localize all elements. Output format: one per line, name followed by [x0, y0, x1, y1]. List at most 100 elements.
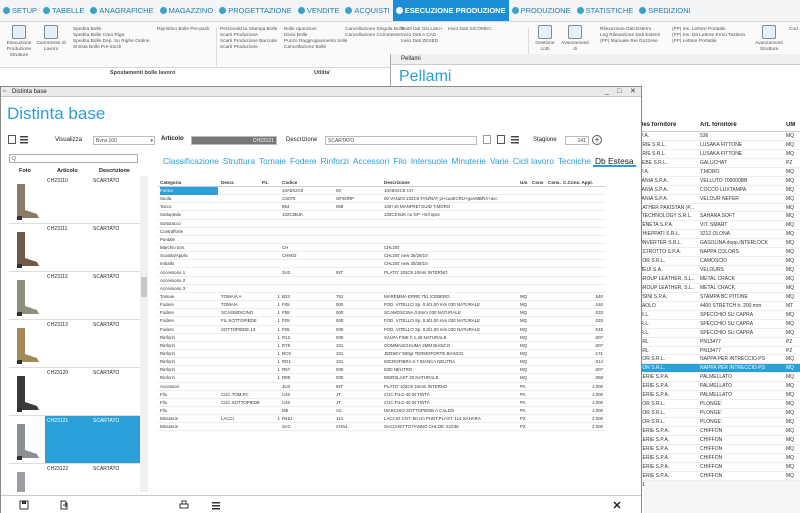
pellami-row[interactable]: TANIA S.P.A. VELLUTO 700000BB MQ	[639, 177, 800, 186]
menu-anagrafiche[interactable]: ANAGRAFICHE	[87, 0, 156, 21]
ribbon-col9[interactable]: (FP) Ins. Lettore Portatile (FP) Ins. Da …	[672, 27, 745, 45]
pellami-row[interactable]: CERIE S.P.A. PALMELLATO MQ	[639, 382, 800, 392]
pellami-row[interactable]: SRL PN13477 PZ	[639, 347, 800, 356]
pellami-row[interactable]: ERIE S.R.L. LUSAKA FITTONE MQ	[639, 141, 800, 150]
table-row[interactable]: Rinforzi 1 R12 000 SALPA FINE h 1,40 NATURAL…	[158, 334, 605, 342]
ribbon-col8[interactable]: Rilevazione Dati Esterni Log Rilevazione …	[600, 27, 660, 45]
table-row[interactable]: Filo CUC.TOM.PC C40 JT CUC.FILO 40 IN TINTA P…	[158, 391, 605, 399]
copy-icon[interactable]	[483, 135, 491, 144]
table-row[interactable]: Accessorio 3	[158, 285, 605, 293]
stagione-input[interactable]: 141	[565, 136, 589, 145]
ribbon-cod-label[interactable]: Cod	[789, 27, 798, 33]
list-view-icon[interactable]	[511, 135, 519, 144]
list-item[interactable]: CH23122 SCARTATO	[9, 464, 140, 492]
table-row[interactable]: Rinforzi 1 R57 000 M30 NEUTRO MQ .007	[158, 366, 605, 375]
table-row[interactable]: Fodere SCASMIDICINO 1 F58 000 SCAMOSCINA 0.6m…	[158, 309, 605, 318]
tab-cicli-lavoro[interactable]: Cicli lavoro	[511, 155, 556, 167]
ribbon-item[interactable]: (FP) Manuale Rei Gozzese	[600, 39, 660, 45]
scrollbar-thumb[interactable]	[141, 277, 147, 297]
pellami-row[interactable]: ASTROTTO S.P.A. NAPPA COLORS MQ	[639, 248, 800, 258]
add-icon[interactable]: +	[592, 135, 602, 145]
tab-filo[interactable]: Filo	[391, 155, 409, 167]
pellami-row[interactable]: .P.A. T.MORO MQ	[639, 168, 800, 177]
pellami-row[interactable]: EATHER PAKISTAN (P... MQ	[639, 204, 800, 213]
list-item[interactable]: CH23113 SCARTATO	[9, 320, 140, 368]
tab-struttura[interactable]: Struttura	[221, 155, 257, 167]
pellami-title-bar[interactable]: Pellami	[391, 54, 800, 65]
ribbon-col2[interactable]: Ripristino Bolle Pre-pack	[157, 27, 210, 33]
menu-acquisti[interactable]: ACQUISTI	[342, 0, 392, 21]
pellami-row[interactable]: CERIE S.P.A. CHIFFON MQ	[639, 463, 800, 472]
table-row[interactable]: Accessorio 2	[158, 277, 605, 285]
table-row[interactable]: Forma 10A5X2C9 00 10A5X2C9 CH	[158, 187, 605, 196]
ribbon-item[interactable]: Smista Bolle Pre-stock	[73, 45, 150, 51]
list-item[interactable]: CH23111 SCARTATO	[9, 224, 140, 272]
save-icon[interactable]	[8, 135, 16, 144]
table-row[interactable]: Fodere TOMAIA 1 F05 000 FOD. VITELLO Sp. 0.8/…	[158, 301, 605, 310]
pellami-row[interactable]: FEBE S.R.L. GALUCHAT PZ	[639, 159, 800, 168]
tab-tomaie[interactable]: Tomaie	[257, 155, 288, 167]
pellami-row[interactable]: CERIE S.P.A. PALMELLATO MQ	[639, 391, 800, 401]
ribbon-col5[interactable]: Cancellazione Singola Bolla Cancellazione…	[345, 27, 404, 39]
ribbon-item[interactable]: Invio Dati ZESED	[401, 39, 443, 45]
pellami-row[interactable]: CHIEPPATI S.R.L. 3212 OLONA MQ	[639, 230, 800, 240]
table-row[interactable]: Minuterie SAC CHN1 SACCHETTO PANNO CHLOE' 2…	[158, 423, 605, 432]
menu-progettazione[interactable]: PROGETTAZIONE	[216, 0, 295, 21]
search-input[interactable]: Q	[9, 154, 138, 163]
table-row[interactable]: Rinforzi 1 RC9 101 JERSEY 500gr TERMOFORTE B…	[158, 350, 605, 359]
ribbon-col1[interactable]: Spedita Bolle Spedita Bolle Crea Riga Sped…	[73, 27, 150, 51]
pellami-row[interactable]: BOR S.R.L. CAMOSCIO MQ	[639, 257, 800, 267]
tab-accessori[interactable]: Accessori	[351, 155, 391, 167]
pellami-row[interactable]: CERIE S.P.A. CHIFFON MQ	[639, 472, 800, 481]
article-list-scrollbar[interactable]	[140, 176, 148, 492]
commesse-lavoro-button[interactable]: Commesse di Lavoro	[36, 25, 66, 53]
table-row[interactable]: Rinforzi 1 RD1 101 MICROFIBRA 0.7 BIANCA NEU…	[158, 358, 605, 367]
table-row[interactable]: Scatola/Applic CHN03 CHLOE' new 30/28/10	[158, 252, 605, 261]
tab-tecniche[interactable]: Tecniche	[556, 155, 593, 167]
descrizione-input[interactable]: SCARTATO	[325, 136, 477, 145]
ribbon-col7[interactable]: Invio Dati SICOMEC	[448, 27, 492, 33]
list-item[interactable]: CH23120 SCARTATO	[9, 368, 140, 416]
pellami-row[interactable]: CERIE S.P.A. CHIFFON MQ	[639, 427, 800, 436]
save-icon[interactable]	[19, 500, 29, 510]
pellami-row[interactable]: I TECHNOLOGY S.R.L. SAHARA SOFT MQ	[639, 212, 800, 222]
tab-intersuole[interactable]: Intersuole	[409, 155, 450, 167]
menu-spedizioni[interactable]: SPEDIZIONI	[636, 0, 694, 21]
table-row[interactable]: Accessorio 1 3U3 INT PLATO' 102C9 10mm INTE…	[158, 269, 605, 277]
close-button[interactable]: ✕	[630, 88, 636, 96]
pellami-row[interactable]: BOR S.R.L. PLONGE' MQ	[639, 409, 800, 418]
gestione-lotti-button[interactable]: Gestione Lotti	[532, 25, 558, 53]
pellami-row[interactable]: CERIE S.P.A. PALMELLATO MQ	[639, 373, 800, 383]
table-row[interactable]: Rinforzi 1 R78 101 GOMMASCHIUMA 2MM BIANCO MQ…	[158, 342, 605, 350]
pellami-row[interactable]: PAOLO 4400 STRETCH h. 200 mm MT	[639, 302, 800, 311]
table-row[interactable]: Suola CS075 GF6ORP 00 VANZO 102C9 TAN/NAT p…	[158, 195, 605, 204]
list-icon[interactable]	[211, 500, 221, 510]
ribbon-col4[interactable]: Bolle ripanzioni Divisi Bolle Punzo Raggru…	[284, 27, 347, 51]
esecuzione-produzione-button[interactable]: Esecuzione Produzione Strutture	[2, 25, 36, 59]
table-row[interactable]: Marchio tom. CH CHLOE'	[158, 244, 605, 253]
ribbon-item[interactable]: Cancellazione Bolle	[284, 45, 347, 51]
table-row[interactable]: Sottopiede 102C9BJK 102C9 BJK no GP +rinf.…	[158, 211, 605, 220]
ribbon-item[interactable]: Cancellazione Commesse	[345, 33, 404, 39]
visualizza-select[interactable]: Bvns 100 ▾	[93, 136, 155, 145]
menu-vendite[interactable]: VENDITE	[295, 0, 343, 21]
table-row[interactable]: Accessori 3U3 INT PLATO' 102C9 10mm INTERNO…	[158, 383, 605, 391]
ribbon-item[interactable]: Invio Dati SICOMEC	[448, 27, 492, 33]
pellami-row[interactable]: CERIE S.P.A. CHIFFON MQ	[639, 454, 800, 463]
menu-produzione[interactable]: PRODUZIONE	[509, 0, 574, 21]
table-row[interactable]: Fodere FIL SOTTOPIEDE 1 F05 000 FOD. VITELLO …	[158, 317, 605, 326]
ribbon-col3[interactable]: Personalizza Stampa Bolle Scarti Produzio…	[220, 27, 277, 51]
list-view-icon[interactable]	[20, 135, 28, 144]
table-row[interactable]: Tomaie TOMAIA A 1 B33 751 MAREMMA ERRE 751 IC…	[158, 293, 605, 302]
pellami-row[interactable]: USINI S.P.A. STAMPA BC PITONE MQ	[639, 293, 800, 302]
print-icon[interactable]	[179, 500, 189, 510]
pellami-row[interactable]: BOR S.R.L. NAPPA PER INTRECCIO PS MQ	[639, 355, 800, 365]
table-row[interactable]: Sottotacco	[158, 220, 605, 228]
pellami-row[interactable]: .R.L. SPECCHIO SU CAPRA MQ	[639, 329, 800, 338]
tab-classificazione[interactable]: Classificazione	[161, 155, 221, 167]
tab-rinforzi[interactable]: Rinforzi	[319, 155, 351, 167]
tab-db-estesa[interactable]: Db Estesa	[592, 155, 636, 167]
menu-setup[interactable]: SETUP	[0, 0, 40, 21]
ribbon-item[interactable]: (FP) Lettore Portatile	[672, 39, 745, 45]
tab-varie[interactable]: Varie	[488, 155, 511, 167]
